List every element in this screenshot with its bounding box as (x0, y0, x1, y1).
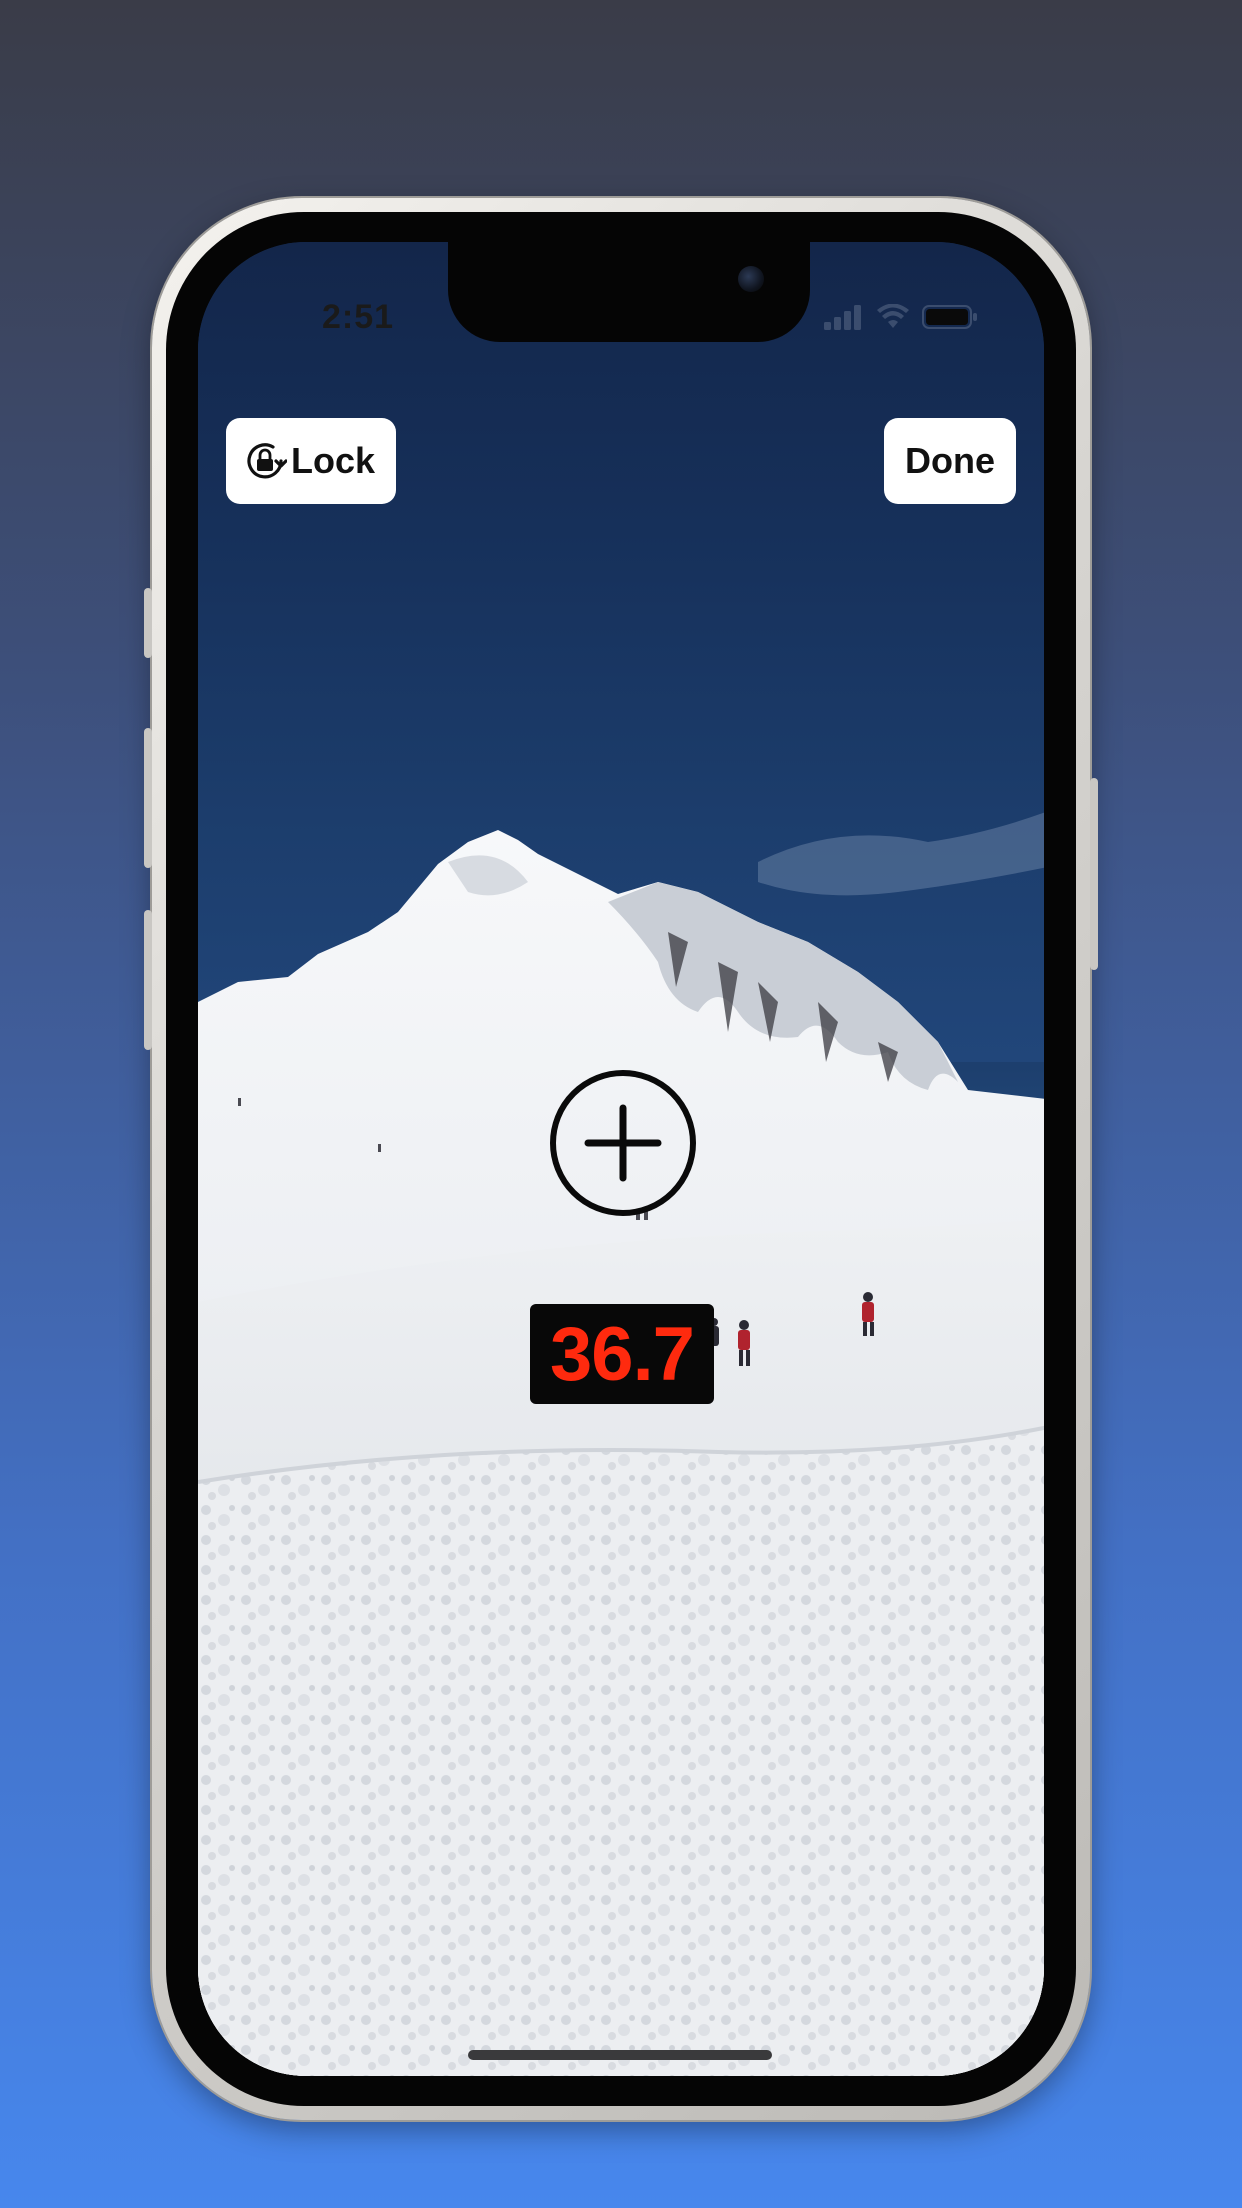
status-icons (824, 302, 978, 332)
power-button (1090, 778, 1098, 970)
home-indicator[interactable] (468, 2050, 772, 2060)
lock-rotation-icon (247, 443, 287, 479)
measurement-readout: 36.7 (530, 1304, 714, 1404)
wifi-icon (877, 304, 909, 328)
volume-down-button (144, 910, 152, 1050)
cellular-signal-icon (824, 305, 861, 330)
front-camera (738, 266, 764, 292)
phone-frame: 2:51 Lock Done 36.7 (144, 198, 1098, 2120)
volume-up-button (144, 728, 152, 868)
done-label: Done (905, 440, 995, 481)
phone-bezel: 2:51 Lock Done 36.7 (166, 212, 1076, 2106)
lock-button[interactable]: Lock (226, 418, 396, 504)
crosshair-plus-icon (550, 1070, 696, 1216)
done-button[interactable]: Done (884, 418, 1016, 504)
status-time: 2:51 (321, 298, 395, 336)
battery-icon (922, 305, 977, 329)
lock-label: Lock (290, 440, 376, 481)
notch (448, 242, 810, 342)
action-button (144, 588, 152, 658)
camera-screen[interactable]: 2:51 Lock Done 36.7 (198, 242, 1044, 2076)
